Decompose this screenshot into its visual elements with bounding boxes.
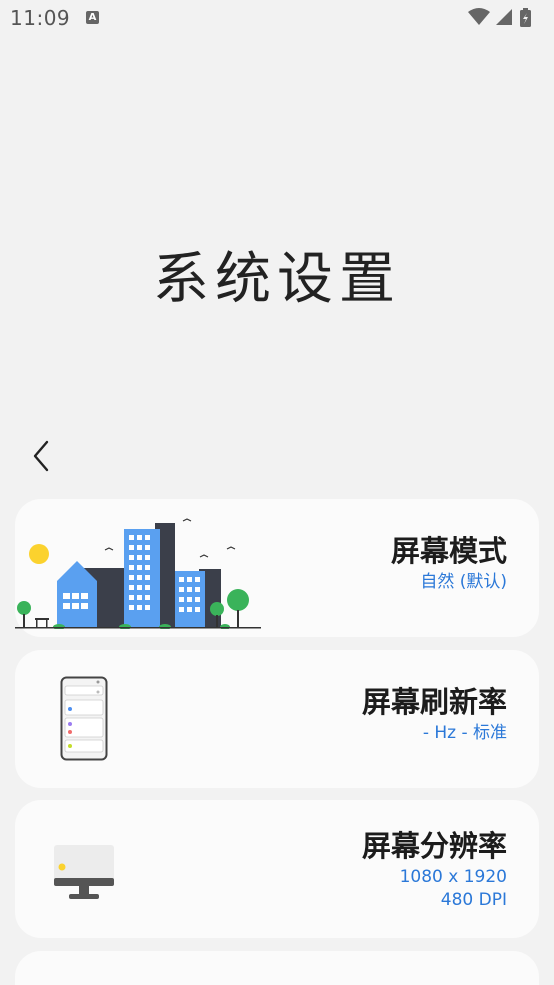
screen-mode-card[interactable]: 屏幕模式 自然 (默认)	[15, 499, 539, 637]
status-time: 11:09	[10, 6, 71, 30]
notification-icon: A	[86, 11, 99, 24]
phone-illustration-icon	[60, 676, 108, 761]
screen: 11:09 A 系统设置 屏幕模式 自然 (默认) 屏幕刷新率 - Hz - 标…	[0, 0, 554, 985]
resolution-title: 屏幕分辨率	[361, 829, 507, 863]
refresh-rate-text: 屏幕刷新率 - Hz - 标准	[362, 684, 507, 745]
resolution-text: 屏幕分辨率 1080 x 1920 480 DPI	[362, 828, 507, 912]
screen-mode-title: 屏幕模式	[390, 534, 507, 568]
status-bar: 11:09 A	[0, 0, 554, 38]
status-icons	[468, 8, 531, 27]
back-icon[interactable]	[26, 436, 58, 476]
screen-mode-text: 屏幕模式 自然 (默认)	[391, 533, 507, 594]
next-setting-card[interactable]	[15, 951, 539, 985]
city-illustration-icon	[15, 518, 261, 629]
refresh-rate-value: - Hz - 标准	[422, 723, 507, 743]
resolution-dpi: 480 DPI	[440, 890, 507, 910]
wifi-icon	[468, 8, 490, 25]
signal-icon	[496, 9, 512, 25]
battery-icon	[520, 8, 531, 27]
refresh-rate-card[interactable]: 屏幕刷新率 - Hz - 标准	[15, 650, 539, 788]
monitor-illustration-icon	[54, 845, 114, 899]
screen-mode-value: 自然 (默认)	[420, 572, 507, 592]
refresh-rate-title: 屏幕刷新率	[361, 685, 507, 719]
resolution-value: 1080 x 1920	[399, 867, 507, 887]
page-title: 系统设置	[153, 247, 401, 312]
resolution-card[interactable]: 屏幕分辨率 1080 x 1920 480 DPI	[15, 800, 539, 938]
